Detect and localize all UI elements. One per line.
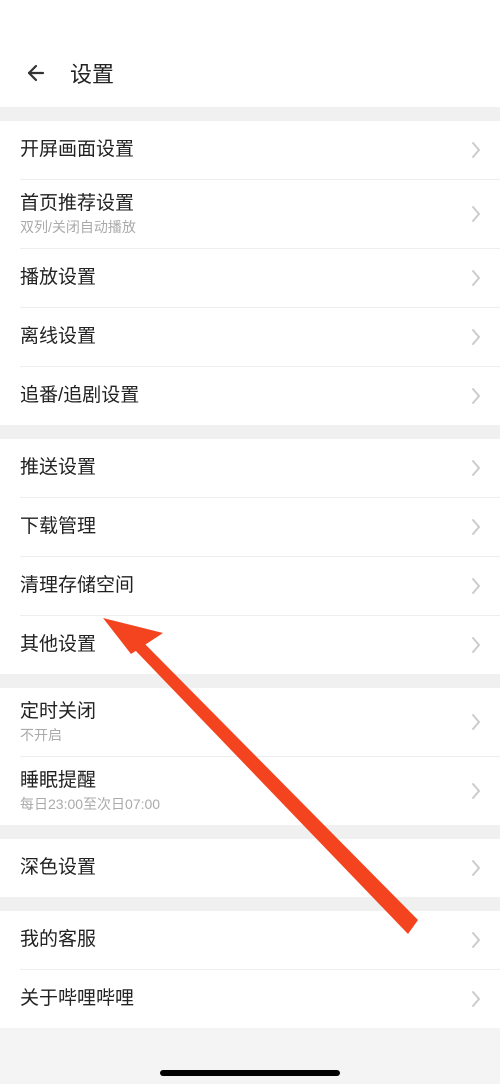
chevron-right-icon (470, 269, 482, 287)
chevron-right-icon (470, 518, 482, 536)
row-label: 其他设置 (20, 633, 96, 658)
row-subtitle: 每日23:00至次日07:00 (20, 796, 160, 813)
row-label: 追番/追剧设置 (20, 384, 139, 409)
back-arrow-icon (22, 61, 46, 90)
chevron-right-icon (470, 328, 482, 346)
row-label: 下载管理 (20, 515, 96, 540)
splash-settings[interactable]: 开屏画面设置 (0, 121, 500, 179)
settings-group: 推送设置 下载管理 清理存储空间 其他设置 (0, 439, 500, 674)
push-settings[interactable]: 推送设置 (0, 439, 500, 497)
home-recommend-settings[interactable]: 首页推荐设置 双列/关闭自动播放 (0, 180, 500, 248)
row-label: 离线设置 (20, 325, 96, 350)
chevron-right-icon (470, 459, 482, 477)
sleep-reminder[interactable]: 睡眠提醒 每日23:00至次日07:00 (0, 757, 500, 825)
dark-mode-settings[interactable]: 深色设置 (0, 839, 500, 897)
chevron-right-icon (470, 636, 482, 654)
chevron-right-icon (470, 205, 482, 223)
chevron-right-icon (470, 782, 482, 800)
row-label: 推送设置 (20, 456, 96, 481)
section-gap (0, 825, 500, 839)
download-manager[interactable]: 下载管理 (0, 498, 500, 556)
page-title: 设置 (70, 57, 114, 89)
settings-group: 深色设置 (0, 839, 500, 897)
chevron-right-icon (470, 141, 482, 159)
row-label: 开屏画面设置 (20, 138, 134, 163)
offline-settings[interactable]: 离线设置 (0, 308, 500, 366)
clear-storage[interactable]: 清理存储空间 (0, 557, 500, 615)
chevron-right-icon (470, 577, 482, 595)
other-settings[interactable]: 其他设置 (0, 616, 500, 674)
about-bilibili[interactable]: 关于哔哩哔哩 (0, 970, 500, 1028)
row-label: 首页推荐设置 (20, 192, 134, 217)
settings-group: 我的客服 关于哔哩哔哩 (0, 911, 500, 1028)
my-support[interactable]: 我的客服 (0, 911, 500, 969)
section-gap (0, 425, 500, 439)
row-label: 清理存储空间 (20, 574, 134, 599)
settings-group: 开屏画面设置 首页推荐设置 双列/关闭自动播放 播放设置 离线设置 追番/追剧设… (0, 121, 500, 425)
playback-settings[interactable]: 播放设置 (0, 249, 500, 307)
row-label: 深色设置 (20, 856, 96, 881)
row-label: 睡眠提醒 (20, 769, 96, 794)
home-indicator (160, 1070, 340, 1076)
chevron-right-icon (470, 990, 482, 1008)
row-label: 关于哔哩哔哩 (20, 987, 134, 1012)
anime-drama-settings[interactable]: 追番/追剧设置 (0, 367, 500, 425)
back-button[interactable] (20, 61, 48, 89)
row-subtitle: 不开启 (20, 727, 62, 744)
row-label: 我的客服 (20, 928, 96, 953)
header: 设置 (0, 0, 500, 107)
section-gap (0, 107, 500, 121)
chevron-right-icon (470, 931, 482, 949)
row-subtitle: 双列/关闭自动播放 (20, 219, 136, 236)
section-gap (0, 674, 500, 688)
chevron-right-icon (470, 859, 482, 877)
chevron-right-icon (470, 387, 482, 405)
chevron-right-icon (470, 713, 482, 731)
row-label: 播放设置 (20, 266, 96, 291)
timer-off[interactable]: 定时关闭 不开启 (0, 688, 500, 756)
row-label: 定时关闭 (20, 700, 96, 725)
settings-group: 定时关闭 不开启 睡眠提醒 每日23:00至次日07:00 (0, 688, 500, 825)
section-gap (0, 897, 500, 911)
